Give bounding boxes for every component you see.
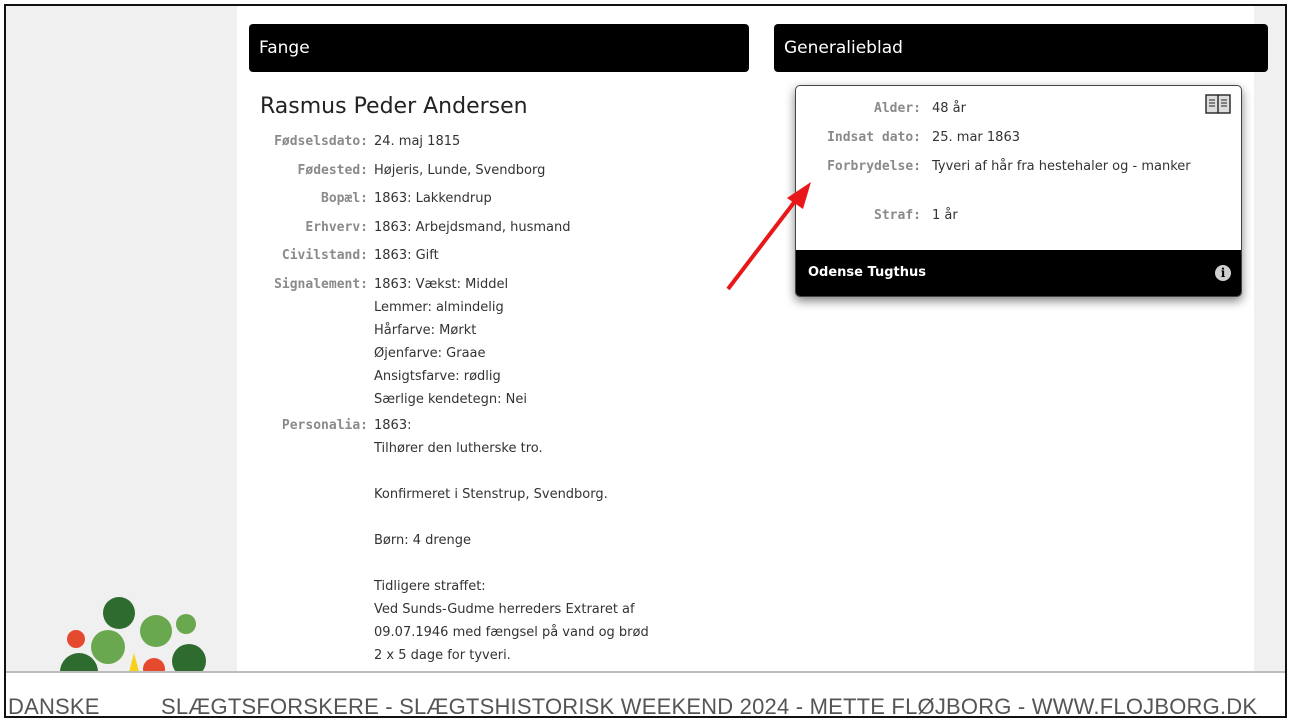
left-margin	[6, 6, 237, 671]
value-age: 48 år	[932, 101, 966, 116]
label-birthplace: Fødested:	[297, 163, 368, 178]
label-marital-status: Civilstand:	[281, 248, 368, 263]
value-crime: Tyveri af hår fra hestehaler og - manker	[932, 159, 1191, 174]
label-birthdate: Fødselsdato:	[274, 134, 368, 149]
screenshot-frame: Fange Generalieblad Rasmus Peder Anderse…	[4, 4, 1287, 718]
red-arrow-annotation	[726, 182, 811, 291]
label-description: Signalement:	[274, 277, 368, 292]
person-name: Rasmus Peder Andersen	[260, 94, 528, 119]
header-fange: Fange	[249, 24, 749, 72]
value-marital-status: 1863: Gift	[374, 248, 439, 263]
right-margin	[1254, 6, 1285, 671]
value-birthplace: Højeris, Lunde, Svendborg	[374, 163, 546, 178]
banner-part-1: DANSKE	[8, 694, 100, 718]
generalieblad-card: Alder: 48 år Indsat dato: 25. mar 1863 F…	[795, 85, 1242, 297]
prison-name: Odense Tugthus	[808, 265, 926, 280]
book-icon[interactable]	[1205, 94, 1231, 114]
label-residence: Bopæl:	[321, 191, 368, 206]
header-generalieblad: Generalieblad	[774, 24, 1268, 72]
value-description: 1863: Vækst: Middel Lemmer: almindelig H…	[374, 277, 527, 407]
value-residence: 1863: Lakkendrup	[374, 191, 492, 206]
value-birthdate: 24. maj 1815	[374, 134, 461, 149]
label-crime: Forbrydelse:	[827, 159, 921, 174]
label-age: Alder:	[874, 101, 921, 116]
label-personalia: Personalia:	[281, 418, 368, 433]
label-sentence: Straf:	[874, 208, 921, 223]
banner-part-2: SLÆGTSFORSKERE - SLÆGTSHISTORISK WEEKEND…	[161, 694, 1258, 718]
value-occupation: 1863: Arbejdsmand, husmand	[374, 220, 571, 235]
card-footer: Odense Tugthus i	[796, 250, 1241, 296]
value-admission-date: 25. mar 1863	[932, 130, 1020, 145]
value-sentence: 1 år	[932, 208, 958, 223]
label-admission-date: Indsat dato:	[827, 130, 921, 145]
info-icon[interactable]: i	[1215, 265, 1231, 281]
value-personalia: 1863: Tilhører den lutherske tro. Konfir…	[374, 418, 649, 663]
label-occupation: Erhverv:	[305, 220, 368, 235]
